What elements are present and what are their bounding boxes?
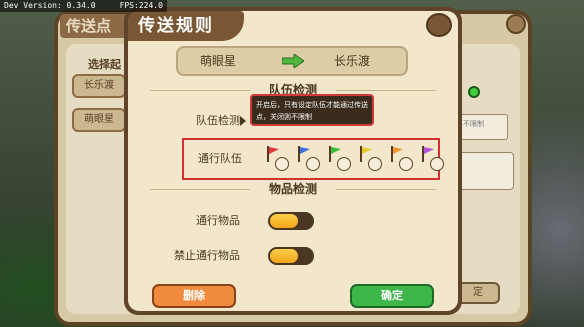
route-from: 萌眼星 xyxy=(200,54,237,68)
teleport-panel-subtitle: 选择起 xyxy=(88,58,121,71)
route-bar: 萌眼星 长乐渡 xyxy=(176,46,408,76)
arrow-right-icon xyxy=(282,54,304,68)
pass-item-label: 通行物品 xyxy=(196,214,240,227)
delete-button[interactable]: 删除 xyxy=(152,284,236,308)
confirm-button[interactable]: 确定 xyxy=(350,284,434,308)
dialog-title: 传送规则 xyxy=(138,16,214,36)
forbid-item-label: 禁止通行物品 xyxy=(174,249,240,262)
team-checkbox[interactable] xyxy=(306,157,320,171)
pass-item-toggle[interactable] xyxy=(268,212,314,230)
team-checkbox[interactable] xyxy=(430,157,444,171)
pass-team-label: 通行队伍 xyxy=(198,152,242,165)
route-to: 长乐渡 xyxy=(334,54,371,68)
dialog-close-icon[interactable] xyxy=(426,13,452,37)
toggle-knob xyxy=(270,214,298,228)
item-section-title: 物品检测 xyxy=(268,182,317,196)
team-checkbox[interactable] xyxy=(399,157,413,171)
team-check-label: 队伍检测 xyxy=(196,114,240,127)
team-checkbox[interactable] xyxy=(337,157,351,171)
toggle-knob xyxy=(270,249,298,263)
teleport-panel-confirm-button[interactable]: 定 xyxy=(456,282,500,304)
team-checkbox[interactable] xyxy=(368,157,382,171)
caret-right-icon xyxy=(240,116,246,126)
teleport-panel-field[interactable]: 不限制 xyxy=(458,114,508,140)
team-checkbox[interactable] xyxy=(275,157,289,171)
teleport-tab-1[interactable]: 长乐渡 xyxy=(72,74,126,98)
debug-info: Dev Version: 0.34.0 FPS:224.0 xyxy=(0,0,167,12)
status-dot-icon[interactable] xyxy=(468,86,480,98)
item-section-header: 物品检测 xyxy=(150,181,436,197)
teleport-panel-box xyxy=(458,152,514,190)
teleport-tab-2[interactable]: 萌眼星 xyxy=(72,108,126,132)
forbid-item-toggle[interactable] xyxy=(268,247,314,265)
teleport-panel-close-icon[interactable] xyxy=(506,14,526,34)
team-check-tooltip: 开启后，只有设定队伍才能通过传送点，关闭则不限制 xyxy=(250,94,374,126)
